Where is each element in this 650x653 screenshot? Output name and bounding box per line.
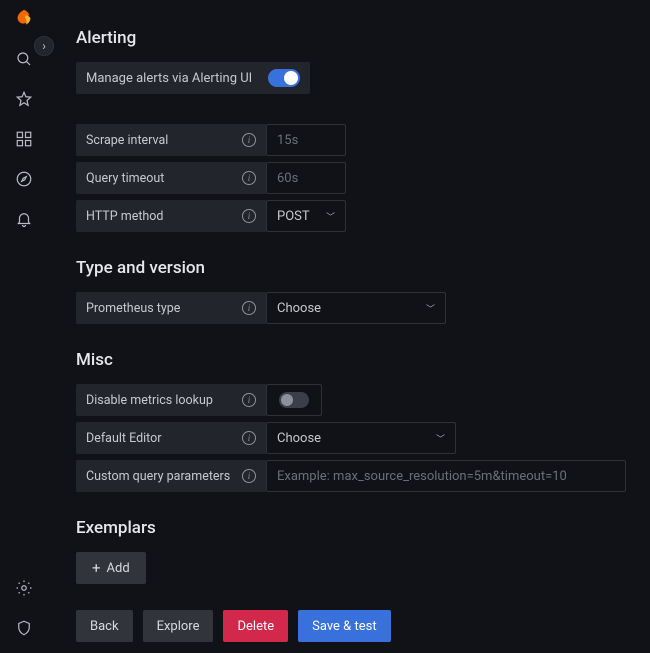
default-editor-select[interactable]: Choose ﹀: [266, 422, 456, 454]
info-icon[interactable]: i: [242, 393, 256, 407]
chevron-right-icon: ›: [42, 39, 46, 53]
sidenav-expand-button[interactable]: ›: [34, 36, 54, 56]
prometheus-type-select[interactable]: Choose ﹀: [266, 292, 446, 324]
dashboards-icon[interactable]: [13, 128, 35, 150]
query-timeout-input[interactable]: [266, 162, 346, 194]
main-content: Alerting Manage alerts via Alerting UI S…: [48, 0, 650, 653]
section-title-exemplars: Exemplars: [76, 518, 626, 538]
prometheus-type-label: Prometheus type i: [76, 292, 266, 324]
chevron-down-icon: ﹀: [426, 302, 435, 315]
info-icon[interactable]: i: [242, 301, 256, 315]
scrape-interval-input[interactable]: [266, 124, 346, 156]
search-icon[interactable]: [13, 48, 35, 70]
alert-bell-icon[interactable]: [13, 208, 35, 230]
explore-icon[interactable]: [13, 168, 35, 190]
grafana-logo-icon[interactable]: [13, 8, 35, 30]
gear-icon[interactable]: [13, 577, 35, 599]
action-bar: Back Explore Delete Save & test: [76, 610, 626, 642]
info-icon[interactable]: i: [242, 133, 256, 147]
disable-lookup-label: Disable metrics lookup i: [76, 384, 266, 416]
chevron-down-icon: ﹀: [326, 210, 335, 223]
custom-query-label: Custom query parameters i: [76, 460, 266, 492]
section-title-alerting: Alerting: [76, 28, 626, 48]
info-icon[interactable]: i: [242, 469, 256, 483]
back-button[interactable]: Back: [76, 610, 133, 642]
plus-icon: +: [92, 561, 101, 576]
scrape-interval-label: Scrape interval i: [76, 124, 266, 156]
manage-alerts-toggle-row: Manage alerts via Alerting UI: [76, 62, 310, 94]
add-exemplar-button[interactable]: + Add: [76, 552, 146, 584]
info-icon[interactable]: i: [242, 209, 256, 223]
http-method-label: HTTP method i: [76, 200, 266, 232]
manage-alerts-toggle[interactable]: [268, 69, 300, 87]
sidenav: ›: [0, 0, 48, 653]
http-method-select[interactable]: POST ﹀: [266, 200, 346, 232]
star-icon[interactable]: [13, 88, 35, 110]
default-editor-label: Default Editor i: [76, 422, 266, 454]
disable-lookup-toggle[interactable]: [279, 392, 309, 408]
info-icon[interactable]: i: [242, 171, 256, 185]
save-test-button[interactable]: Save & test: [298, 610, 390, 642]
info-icon[interactable]: i: [242, 431, 256, 445]
explore-button[interactable]: Explore: [143, 610, 214, 642]
query-timeout-label: Query timeout i: [76, 162, 266, 194]
disable-lookup-toggle-wrap: [266, 384, 322, 416]
section-title-misc: Misc: [76, 350, 626, 370]
section-title-type-version: Type and version: [76, 258, 626, 278]
manage-alerts-label: Manage alerts via Alerting UI: [86, 71, 252, 86]
chevron-down-icon: ﹀: [436, 432, 445, 445]
custom-query-input[interactable]: [266, 460, 626, 492]
delete-button[interactable]: Delete: [223, 610, 288, 642]
shield-icon[interactable]: [13, 617, 35, 639]
